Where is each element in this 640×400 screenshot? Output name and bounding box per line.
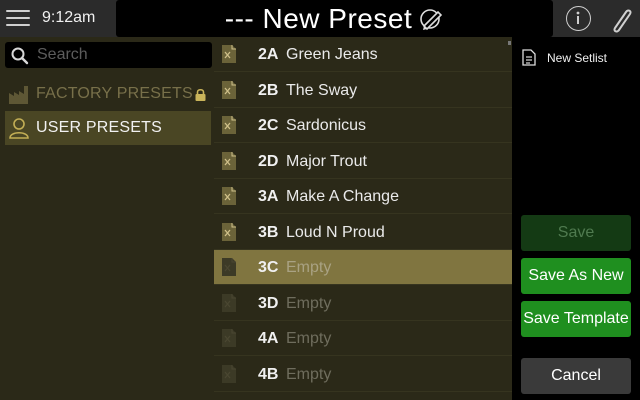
action-panel: New Setlist Save Save As New Save Templa… (512, 37, 640, 400)
preset-file-icon (222, 116, 236, 134)
search-box[interactable] (5, 42, 212, 68)
menu-icon[interactable] (6, 7, 32, 29)
preset-name: Green Jeans (286, 46, 378, 63)
preset-row[interactable]: 2D Major Trout (214, 144, 512, 179)
save-template-button[interactable]: Save Template (521, 301, 631, 337)
preset-row[interactable]: 3B Loud N Proud (214, 215, 512, 250)
preset-file-icon (222, 293, 236, 312)
preset-file-icon (222, 151, 236, 170)
search-icon (11, 47, 29, 65)
preset-file-icon (222, 187, 236, 205)
preset-name: Sardonicus (286, 117, 367, 134)
lock-icon (195, 88, 206, 101)
category-sidebar: FACTORY PRESETS USER PRESETS (0, 37, 214, 400)
preset-name: Make A Change (286, 188, 399, 205)
user-icon (9, 118, 29, 139)
preset-row[interactable]: 2A Green Jeans (214, 37, 512, 72)
new-setlist-button[interactable]: New Setlist (522, 49, 607, 66)
preset-number: 4A (258, 330, 279, 347)
save-button[interactable]: Save (521, 215, 631, 251)
clock: 9:12am (42, 9, 96, 26)
preset-number: 2B (258, 81, 279, 99)
info-icon[interactable] (566, 6, 591, 31)
new-setlist-icon (522, 49, 536, 66)
preset-file-icon (222, 45, 236, 63)
preset-name: Major Trout (286, 152, 367, 170)
preset-file-icon (222, 364, 236, 383)
preset-row[interactable]: 4A Empty (214, 321, 512, 356)
preset-file-icon (222, 80, 236, 99)
preset-row[interactable]: 3A Make A Change (214, 179, 512, 214)
cancel-button[interactable]: Cancel (521, 358, 631, 394)
preset-number: 3D (258, 294, 279, 312)
preset-name: Empty (286, 294, 332, 312)
category-user-presets[interactable]: USER PRESETS (5, 111, 211, 145)
preset-title-box[interactable]: --- New Preset (116, 0, 553, 37)
preset-name: Empty (286, 259, 332, 276)
save-as-new-button[interactable]: Save As New (521, 258, 631, 294)
preset-number: 3A (258, 188, 279, 205)
preset-number: 2C (258, 117, 279, 134)
new-setlist-label: New Setlist (547, 50, 608, 65)
preset-number: 3B (258, 223, 279, 241)
preset-name: Empty (286, 365, 332, 383)
preset-row[interactable]: 4B Empty (214, 357, 512, 392)
category-factory-presets[interactable]: FACTORY PRESETS (5, 77, 211, 111)
preset-number: 2D (258, 152, 279, 170)
preset-row[interactable]: 3D Empty (214, 286, 512, 321)
top-bar: 9:12am --- New Preset (0, 0, 640, 37)
paperclip-icon[interactable] (606, 4, 634, 34)
category-label: USER PRESETS (36, 119, 162, 136)
edit-pencil-icon[interactable] (418, 6, 444, 32)
preset-file-icon (222, 258, 236, 276)
preset-name: Empty (286, 330, 332, 347)
preset-row[interactable]: 2B The Sway (214, 73, 512, 108)
preset-name: The Sway (286, 81, 358, 99)
preset-number: 3C (258, 259, 279, 276)
preset-title: --- New Preset (224, 2, 413, 34)
preset-list: 2A Green Jeans 2B The Sway 2C Sardonicus 2D Maj… (214, 37, 512, 400)
preset-number: 4B (258, 365, 279, 383)
preset-file-icon (222, 222, 236, 241)
preset-row[interactable]: 2C Sardonicus (214, 108, 512, 143)
preset-row[interactable]: 3C Empty (214, 250, 512, 285)
preset-file-icon (222, 329, 236, 347)
preset-number: 2A (258, 46, 279, 63)
preset-name: Loud N Proud (286, 223, 385, 241)
search-input[interactable] (37, 44, 207, 66)
factory-icon (9, 86, 28, 104)
category-label: FACTORY PRESETS (36, 85, 193, 102)
